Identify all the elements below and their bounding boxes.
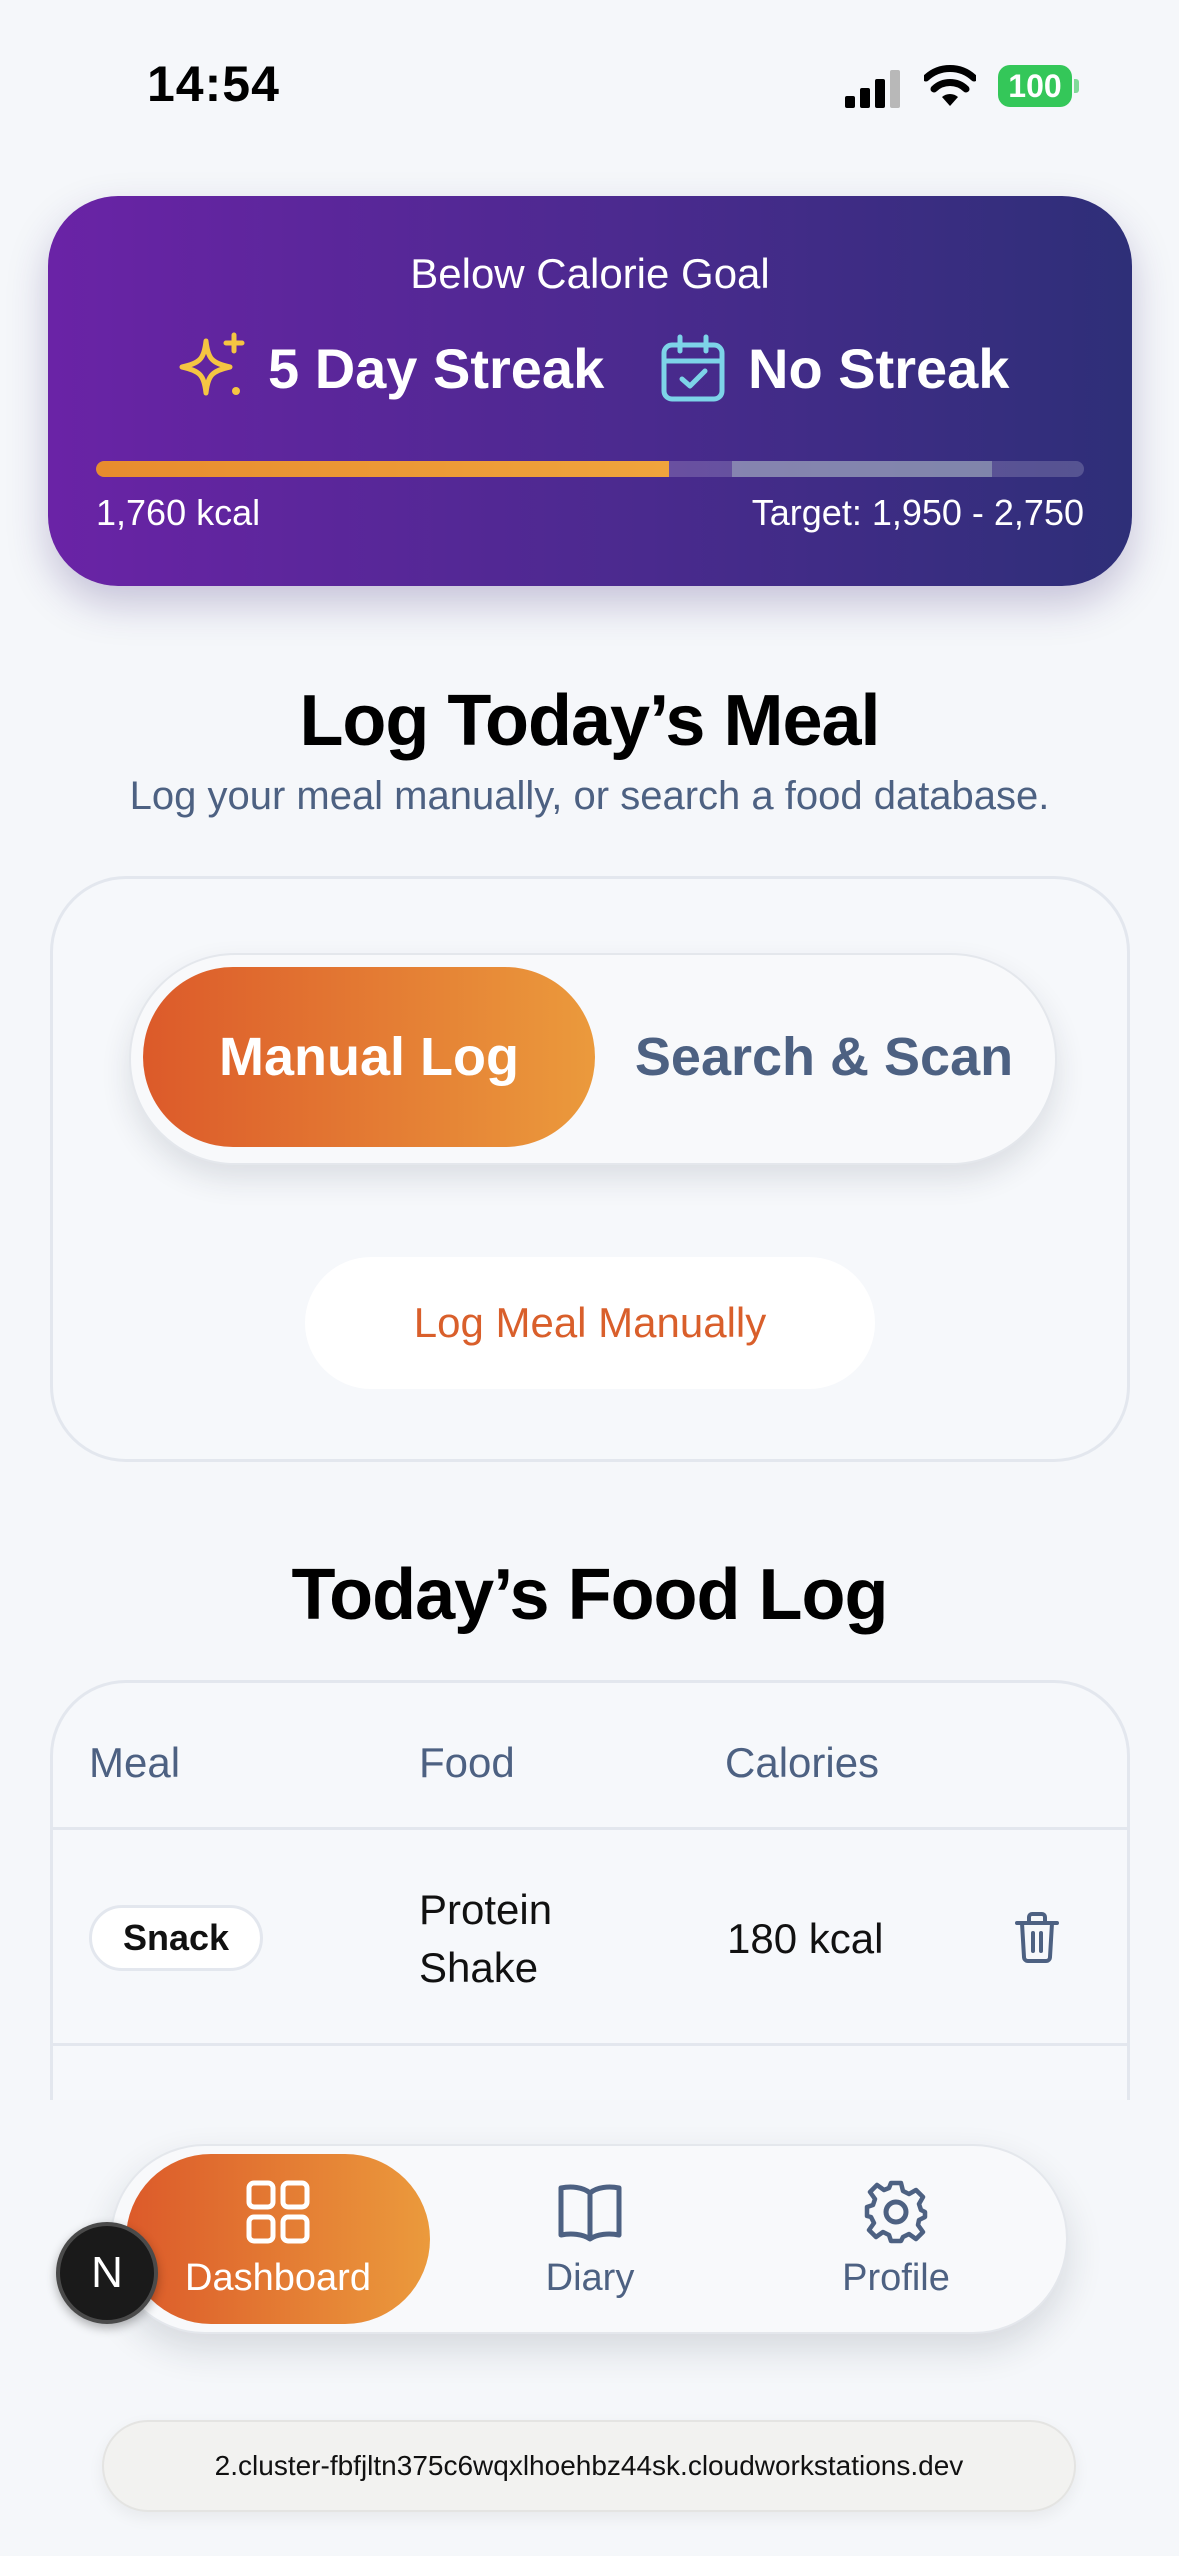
nav-profile[interactable]: Profile — [744, 2154, 1048, 2324]
calorie-streak-label: 5 Day Streak — [268, 336, 605, 400]
url-bar[interactable]: 2.cluster-fbfjltn375c6wqxlhoehbz44sk.clo… — [102, 2420, 1076, 2512]
nav-diary-label: Diary — [545, 2256, 635, 2299]
wifi-icon — [924, 65, 976, 106]
calorie-target: Target: 1,950 - 2,750 — [751, 492, 1084, 533]
target-range — [732, 461, 992, 477]
food-name: Protein Shake — [419, 1886, 553, 1991]
calorie-streak: 5 Day Streak — [176, 328, 604, 408]
trash-icon[interactable] — [1013, 1911, 1061, 1963]
calendar-check-icon — [661, 334, 725, 402]
gear-icon — [864, 2180, 928, 2243]
tab-search-scan[interactable]: Search & Scan — [601, 967, 1047, 1147]
calorie-status-heading: Below Calorie Goal — [410, 250, 770, 297]
food-calories: 180 kcal — [727, 1915, 884, 1962]
status-bar: 14:54 100 — [0, 0, 1179, 160]
column-header-calories: Calories — [725, 1739, 880, 1786]
sparkle-icon — [179, 332, 245, 396]
status-time: 14:54 — [147, 56, 280, 112]
log-meal-card: Manual Log Search & Scan Log Meal Manual… — [50, 876, 1130, 1462]
battery-indicator: 100 — [998, 65, 1079, 107]
bottom-nav: Dashboard Diary Profile — [110, 2144, 1068, 2334]
logging-streak: No Streak — [656, 328, 1009, 408]
calorie-progress-fill — [96, 461, 670, 477]
column-header-meal: Meal — [89, 1739, 181, 1786]
log-mode-toggle: Manual Log Search & Scan — [129, 953, 1057, 1165]
tab-manual-log[interactable]: Manual Log — [143, 967, 595, 1147]
book-icon — [558, 2184, 622, 2241]
food-log-title: Today’s Food Log — [291, 1555, 889, 1635]
calorie-progress-bar — [96, 461, 1084, 477]
log-meal-title: Log Today’s Meal — [299, 681, 880, 761]
meal-type-badge: Snack — [89, 1905, 263, 1971]
food-log-table: Meal Food Calories Snack Protein Shake 1… — [50, 1680, 1130, 2100]
streak-card: Below Calorie Goal 5 Day Streak No Strea… — [48, 196, 1132, 586]
nav-diary[interactable]: Diary — [438, 2154, 742, 2324]
dev-tools-badge[interactable]: N — [56, 2222, 158, 2324]
nav-dashboard[interactable]: Dashboard — [126, 2154, 430, 2324]
battery-level: 100 — [998, 65, 1072, 107]
current-calories: 1,760 kcal — [96, 492, 261, 533]
log-meal-manually-button[interactable]: Log Meal Manually — [305, 1257, 875, 1389]
cellular-signal-icon — [845, 70, 900, 108]
nav-dashboard-label: Dashboard — [185, 2256, 371, 2299]
nav-profile-label: Profile — [842, 2256, 950, 2299]
column-header-food: Food — [419, 1739, 515, 1786]
log-meal-subtitle: Log your meal manually, or search a food… — [129, 774, 1050, 818]
grid-icon — [246, 2180, 310, 2243]
logging-streak-label: No Streak — [748, 336, 1010, 400]
